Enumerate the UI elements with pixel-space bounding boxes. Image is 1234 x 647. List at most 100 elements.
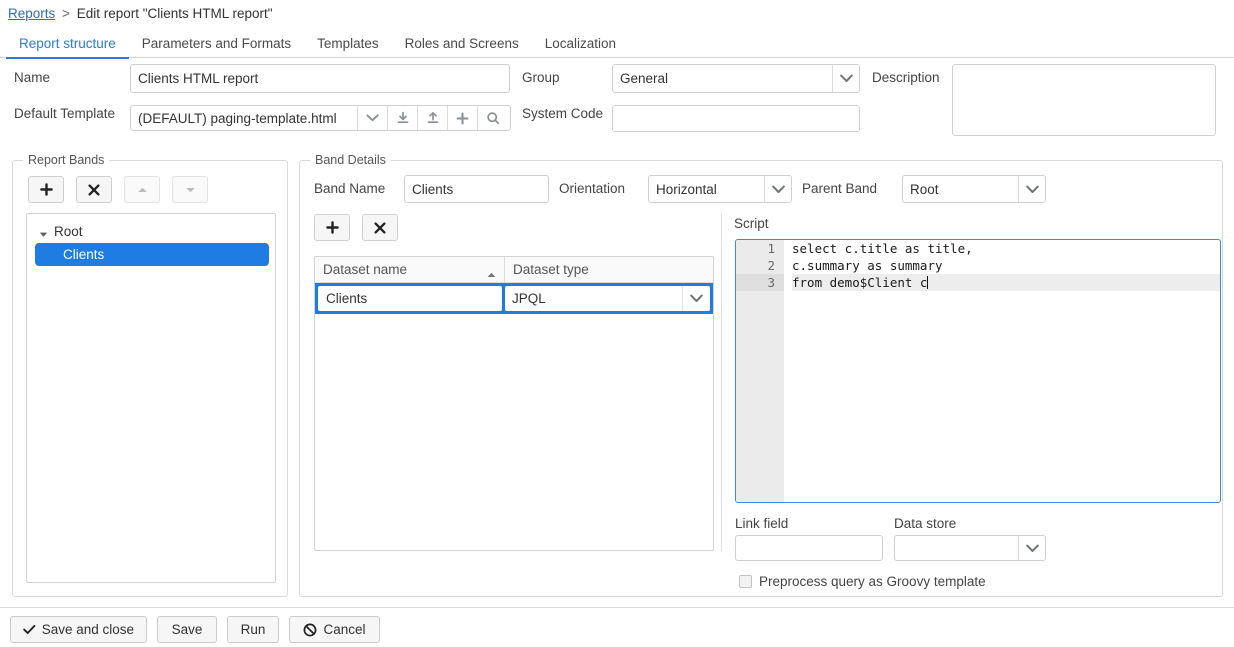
group-select[interactable]: General bbox=[612, 64, 860, 93]
default-template-value: (DEFAULT) paging-template.html bbox=[138, 110, 337, 126]
report-editor-page: Reports > Edit report "Clients HTML repo… bbox=[0, 0, 1234, 647]
dataset-name-input[interactable] bbox=[318, 286, 502, 311]
band-name-input[interactable] bbox=[404, 175, 549, 203]
data-store-select-value bbox=[895, 536, 1018, 560]
breadcrumb: Reports > Edit report "Clients HTML repo… bbox=[8, 6, 273, 21]
code-line-active: from demo$Client c bbox=[792, 274, 1220, 291]
data-store-select[interactable] bbox=[894, 535, 1046, 561]
link-field-label: Link field bbox=[735, 516, 789, 531]
report-bands-panel: Report Bands Root Clients bbox=[12, 153, 288, 597]
group-label: Group bbox=[522, 70, 560, 85]
plus-icon[interactable] bbox=[447, 106, 477, 130]
tree-node-root-label: Root bbox=[54, 223, 83, 239]
move-down-icon bbox=[185, 187, 195, 192]
name-input[interactable] bbox=[130, 64, 510, 93]
chevron-down-icon[interactable] bbox=[1018, 536, 1045, 560]
orientation-select-value: Horizontal bbox=[656, 181, 717, 197]
column-header-dataset-name-label: Dataset name bbox=[323, 262, 408, 277]
ban-icon bbox=[304, 623, 317, 636]
chevron-down-icon[interactable] bbox=[1018, 176, 1045, 202]
chevron-down-icon[interactable] bbox=[357, 106, 387, 130]
system-code-label: System Code bbox=[522, 106, 604, 121]
dataset-type-select-value: JPQL bbox=[512, 291, 546, 306]
download-icon[interactable] bbox=[387, 106, 417, 130]
add-dataset-button[interactable] bbox=[314, 214, 350, 241]
script-editor-gutter: 1 2 3 bbox=[736, 240, 784, 502]
chevron-down-icon[interactable] bbox=[39, 227, 48, 237]
column-header-dataset-type-label: Dataset type bbox=[513, 262, 589, 277]
table-row[interactable]: JPQL bbox=[315, 283, 713, 314]
breadcrumb-current: Edit report "Clients HTML report" bbox=[76, 6, 273, 21]
code-line: c.summary as summary bbox=[792, 258, 943, 273]
move-band-up-button[interactable] bbox=[124, 176, 160, 203]
dataset-table[interactable]: Dataset name Dataset type JPQL bbox=[314, 256, 714, 551]
dataset-type-select[interactable]: JPQL bbox=[505, 286, 710, 311]
move-band-down-button[interactable] bbox=[172, 176, 208, 203]
system-code-input[interactable] bbox=[612, 105, 860, 132]
tab-localization[interactable]: Localization bbox=[532, 36, 629, 59]
remove-icon bbox=[88, 183, 100, 196]
tab-roles-and-screens[interactable]: Roles and Screens bbox=[392, 36, 532, 59]
tab-parameters-and-formats[interactable]: Parameters and Formats bbox=[129, 36, 304, 59]
name-label: Name bbox=[14, 70, 51, 85]
tab-report-structure[interactable]: Report structure bbox=[6, 36, 129, 59]
add-band-button[interactable] bbox=[28, 176, 64, 203]
line-number: 3 bbox=[736, 274, 784, 291]
parent-band-label: Parent Band bbox=[802, 181, 878, 196]
save-button[interactable]: Save bbox=[157, 616, 217, 643]
dataset-type-cell[interactable]: JPQL bbox=[505, 283, 713, 314]
column-header-dataset-type[interactable]: Dataset type bbox=[505, 257, 713, 282]
dataset-name-cell[interactable] bbox=[315, 283, 505, 314]
remove-band-button[interactable] bbox=[76, 176, 112, 203]
line-number: 1 bbox=[767, 241, 775, 256]
orientation-label: Orientation bbox=[559, 181, 626, 196]
parent-band-select[interactable]: Root bbox=[902, 175, 1046, 203]
checkbox-icon[interactable] bbox=[739, 575, 752, 588]
check-icon bbox=[23, 624, 36, 634]
save-and-close-label: Save and close bbox=[41, 622, 134, 637]
dataset-table-header: Dataset name Dataset type bbox=[315, 257, 713, 283]
script-label: Script bbox=[734, 216, 769, 231]
default-template-control[interactable]: (DEFAULT) paging-template.html bbox=[130, 105, 511, 131]
description-textarea[interactable] bbox=[952, 64, 1216, 136]
script-editor-code[interactable]: select c.title as title, c.summary as su… bbox=[784, 240, 1220, 502]
tree-node-clients-label: Clients bbox=[63, 247, 105, 262]
plus-icon bbox=[39, 183, 53, 196]
cancel-button[interactable]: Cancel bbox=[289, 616, 380, 643]
tree-node-clients[interactable]: Clients bbox=[35, 243, 269, 266]
breadcrumb-reports-link[interactable]: Reports bbox=[8, 6, 55, 21]
column-header-dataset-name[interactable]: Dataset name bbox=[315, 257, 505, 282]
panel-divider bbox=[721, 213, 722, 551]
preprocess-groovy-checkbox-row[interactable]: Preprocess query as Groovy template bbox=[739, 574, 986, 589]
chevron-down-icon[interactable] bbox=[764, 176, 791, 202]
default-template-label: Default Template bbox=[14, 106, 116, 121]
tab-templates[interactable]: Templates bbox=[304, 36, 392, 59]
cancel-label: Cancel bbox=[323, 622, 366, 637]
chevron-down-icon[interactable] bbox=[682, 286, 710, 311]
plus-icon bbox=[325, 221, 339, 234]
orientation-select[interactable]: Horizontal bbox=[648, 175, 792, 203]
link-field-input[interactable] bbox=[735, 535, 883, 561]
upload-icon[interactable] bbox=[417, 106, 447, 130]
band-details-legend: Band Details bbox=[310, 153, 391, 167]
chevron-down-icon[interactable] bbox=[832, 65, 859, 92]
text-cursor bbox=[927, 276, 929, 289]
code-line: select c.title as title, bbox=[792, 241, 973, 256]
band-name-label: Band Name bbox=[314, 181, 386, 196]
script-editor[interactable]: 1 2 3 select c.title as title, c.summary… bbox=[735, 239, 1221, 503]
line-number: 2 bbox=[767, 258, 775, 273]
run-button[interactable]: Run bbox=[227, 616, 279, 643]
search-icon[interactable] bbox=[477, 106, 507, 130]
save-and-close-button[interactable]: Save and close bbox=[10, 616, 147, 643]
save-label: Save bbox=[171, 622, 203, 637]
remove-icon bbox=[374, 221, 386, 234]
breadcrumb-separator: > bbox=[62, 6, 70, 21]
report-bands-tree[interactable]: Root Clients bbox=[26, 213, 276, 583]
run-label: Run bbox=[240, 622, 266, 637]
remove-dataset-button[interactable] bbox=[362, 214, 398, 241]
move-up-icon bbox=[137, 187, 147, 192]
description-label: Description bbox=[872, 70, 940, 85]
data-store-label: Data store bbox=[894, 516, 957, 531]
tree-node-root[interactable]: Root bbox=[27, 220, 275, 242]
group-select-value: General bbox=[620, 71, 669, 86]
